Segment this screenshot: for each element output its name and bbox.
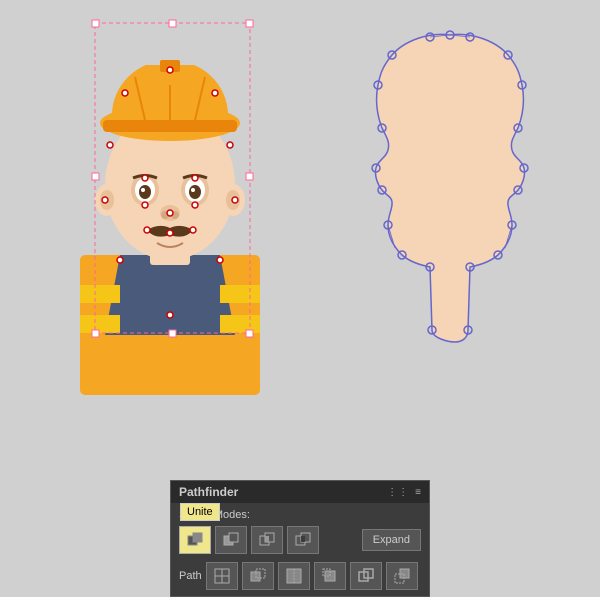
pathfinder-panel: Pathfinder ⋮⋮ ≡ Shape Modes: Unite	[170, 480, 430, 597]
shape-modes-row: Unite	[179, 526, 421, 554]
exclude-button[interactable]	[287, 526, 319, 554]
exclude-icon	[294, 531, 312, 549]
panel-title: Pathfinder	[179, 485, 238, 499]
panel-menu-icon[interactable]: ≡	[415, 487, 421, 498]
unite-icon	[186, 531, 204, 549]
pathfinders-row: Path	[179, 562, 421, 590]
trim-icon	[249, 567, 267, 585]
minus-front-button[interactable]	[215, 526, 247, 554]
divide-button[interactable]	[206, 562, 238, 590]
trim-button[interactable]	[242, 562, 274, 590]
crop-button[interactable]	[314, 562, 346, 590]
panel-body: Shape Modes: Unite	[171, 503, 429, 596]
left-figure	[40, 10, 300, 410]
shape-modes-label: Shape Modes:	[179, 509, 421, 521]
canvas-area	[0, 0, 600, 420]
merge-button[interactable]	[278, 562, 310, 590]
minus-back-icon	[393, 567, 411, 585]
outline-button[interactable]	[350, 562, 382, 590]
right-figure	[340, 10, 560, 410]
panel-titlebar: Pathfinder ⋮⋮ ≡	[171, 481, 429, 503]
panel-collapse-icon[interactable]: ⋮⋮	[387, 487, 409, 498]
expand-button[interactable]: Expand	[362, 529, 421, 551]
outline-icon	[357, 567, 375, 585]
intersect-icon	[258, 531, 276, 549]
minus-front-icon	[222, 531, 240, 549]
panel-controls: ⋮⋮ ≡	[387, 487, 421, 498]
worker-illustration	[65, 15, 275, 395]
minus-back-button[interactable]	[386, 562, 418, 590]
silhouette-illustration	[350, 20, 550, 400]
merge-icon	[285, 567, 303, 585]
pathfinders-label: Path	[179, 570, 202, 582]
intersect-button[interactable]	[251, 526, 283, 554]
divide-icon	[213, 567, 231, 585]
crop-icon	[321, 567, 339, 585]
unite-button[interactable]: Unite	[179, 526, 211, 554]
